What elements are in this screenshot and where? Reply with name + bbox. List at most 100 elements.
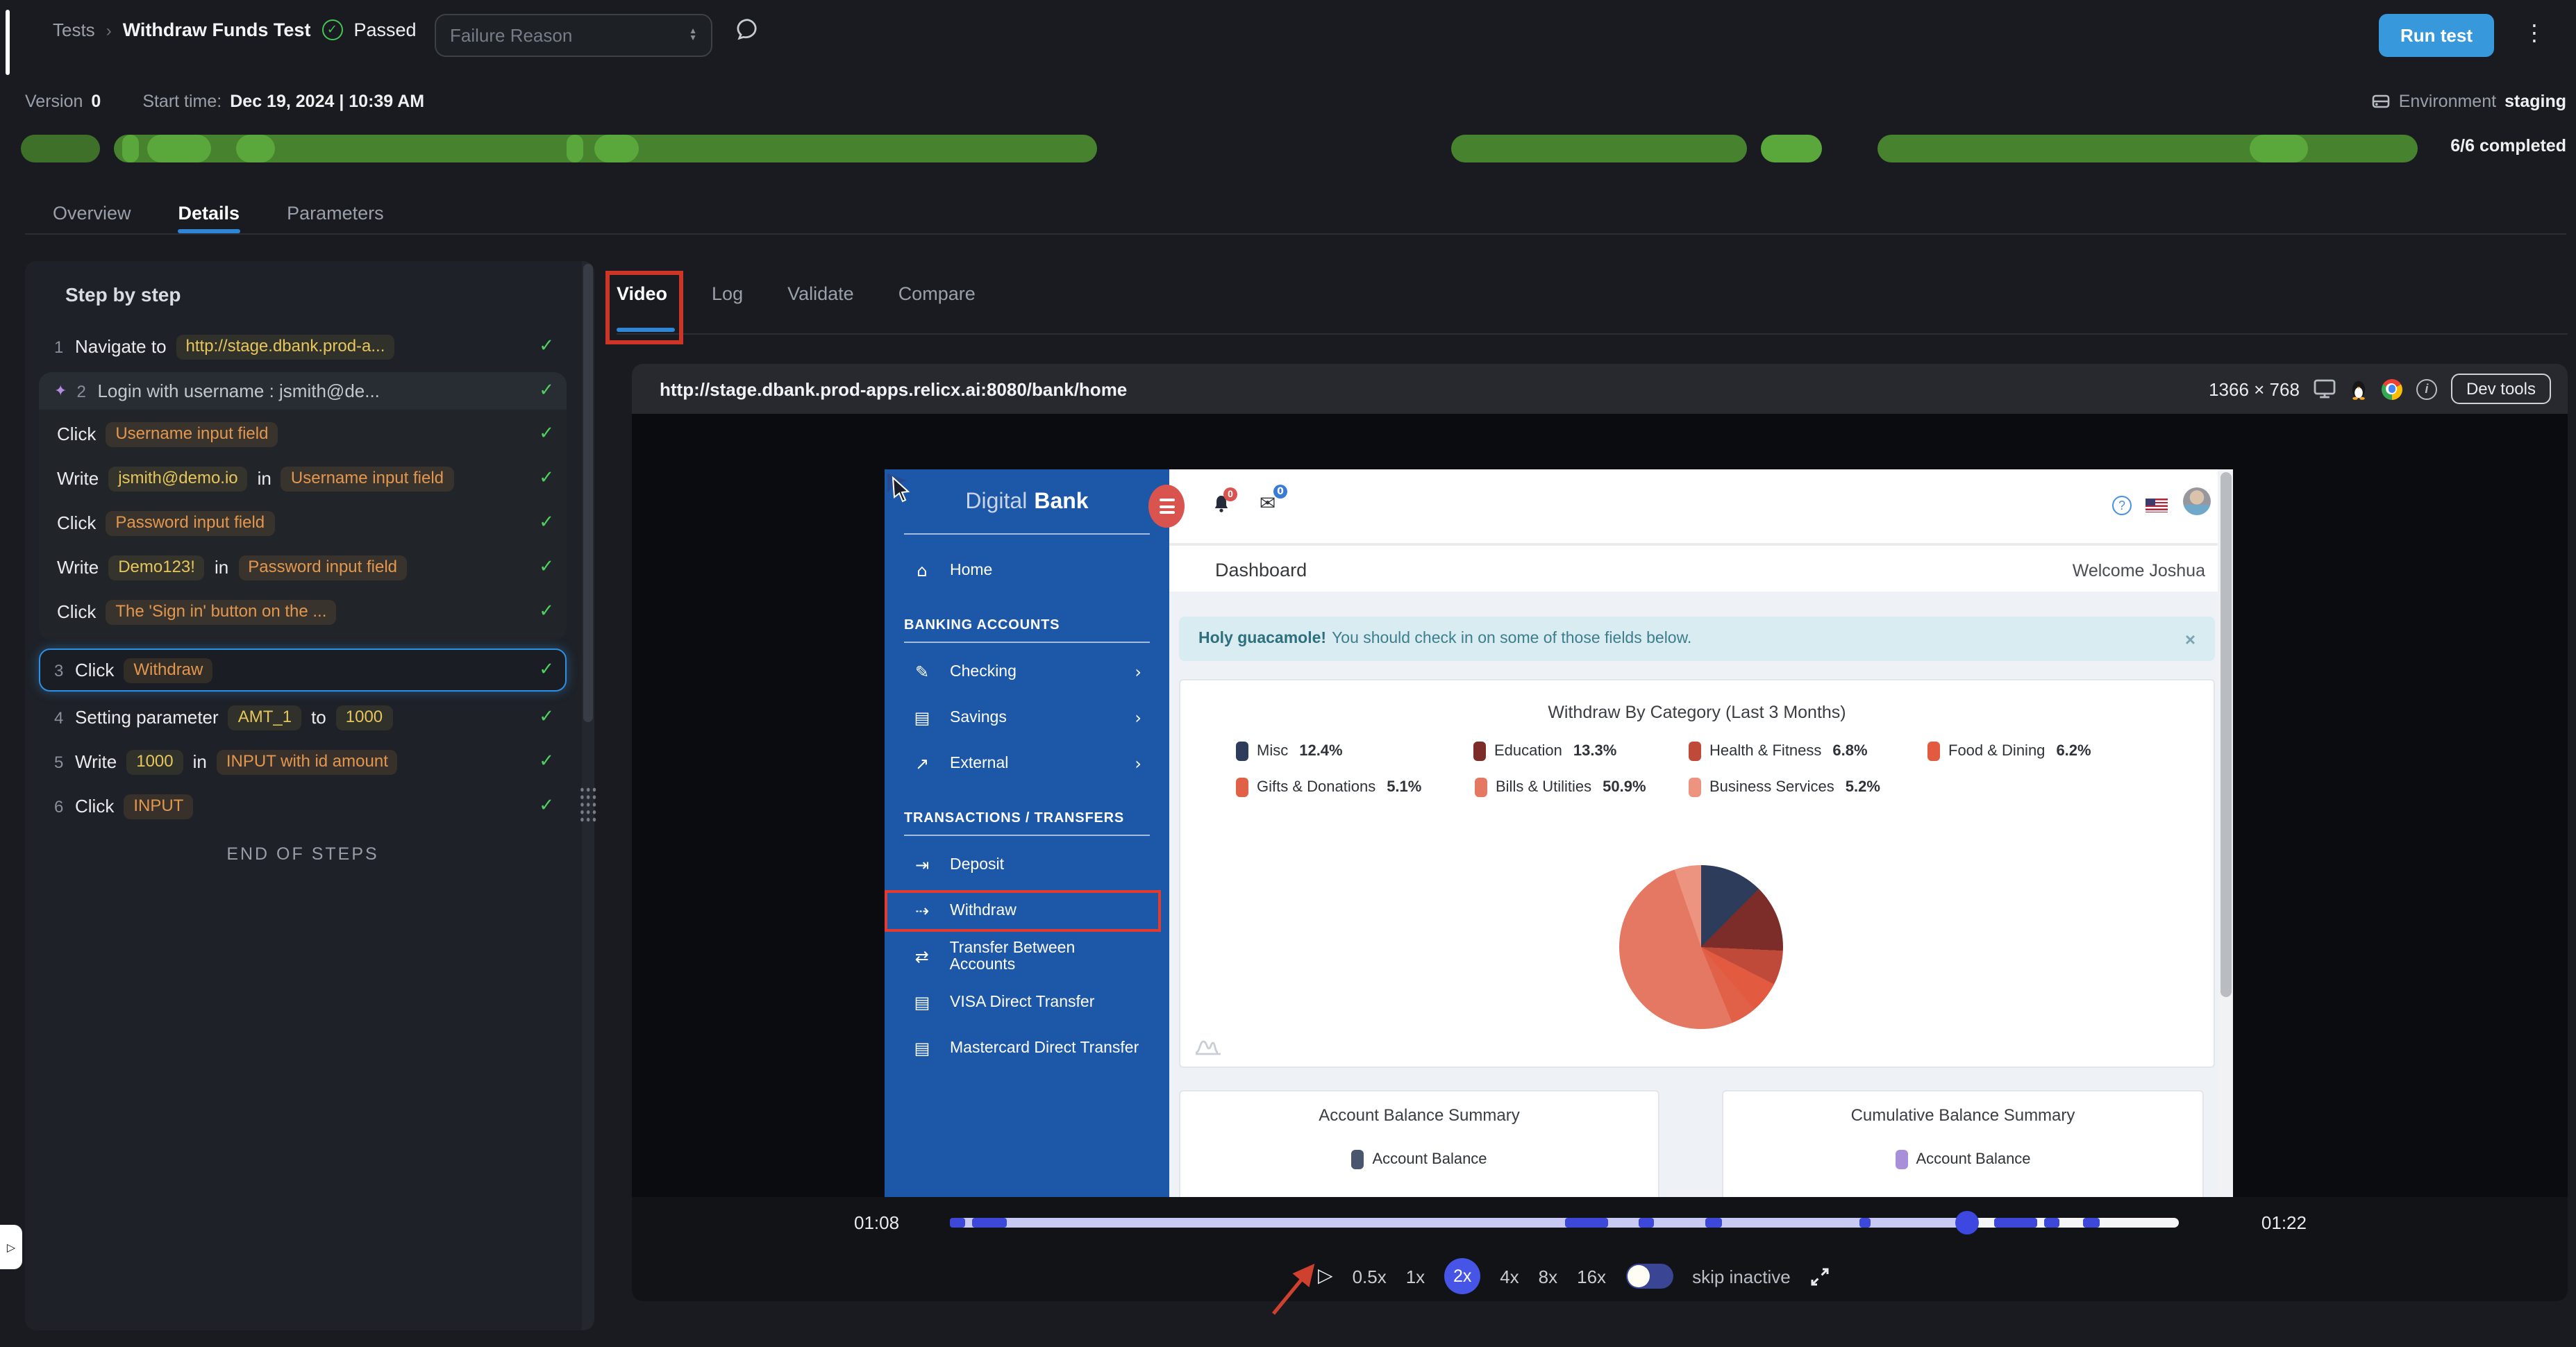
speed-option-2x[interactable]: 2x <box>1444 1258 1481 1294</box>
user-avatar[interactable] <box>2183 487 2211 515</box>
step-row[interactable]: 6 Click INPUT ✓ <box>39 787 567 825</box>
step-row[interactable]: Write jsmith@demo.io in Username input fiel… <box>39 460 567 497</box>
timeline-activity-segment <box>971 1218 1007 1228</box>
dev-tools-button[interactable]: Dev tools <box>2450 374 2551 404</box>
step-row[interactable]: Click Password input field ✓ <box>39 504 567 542</box>
sidebar-item-savings[interactable]: ▤ Savings › <box>885 697 1158 739</box>
sidebar-item-mastercard-direct-transfer[interactable]: ▤ Mastercard Direct Transfer <box>885 1028 1158 1069</box>
speed-option-1x[interactable]: 1x <box>1406 1266 1425 1287</box>
speed-option-4x[interactable]: 4x <box>1500 1266 1519 1287</box>
chevron-right-icon: › <box>1135 754 1141 773</box>
more-menu-icon[interactable]: ⋮ <box>2523 19 2545 47</box>
sidebar-item-external[interactable]: ↗ External › <box>885 743 1158 785</box>
step-row[interactable]: 4 Setting parameter AMT_1 to 1000 ✓ <box>39 698 567 736</box>
comment-icon[interactable] <box>736 18 760 44</box>
sidebar-item-label: Mastercard Direct Transfer <box>950 1040 1139 1057</box>
run-test-button[interactable]: Run test <box>2379 14 2494 57</box>
speed-option-0.5x[interactable]: 0.5x <box>1353 1266 1387 1287</box>
select-updown-icon: ▲ ▼ <box>689 27 697 42</box>
step-row[interactable]: 1 Navigate to http://stage.dbank.prod-a...… <box>39 328 567 365</box>
video-tabs-divider <box>617 333 2568 335</box>
tab-overview[interactable]: Overview <box>53 203 131 224</box>
withdraw-category-card: Withdraw By Category (Last 3 Months) Mis… <box>1179 679 2215 1068</box>
account-balance-card: Account Balance Summary Account Balance … <box>1179 1090 1659 1197</box>
tab-parameters[interactable]: Parameters <box>287 203 384 224</box>
bank-topbar <box>1169 469 2233 546</box>
step-row[interactable]: Click Username input field ✓ <box>39 415 567 453</box>
linux-os-icon <box>2352 380 2366 399</box>
version-value: 0 <box>91 92 101 111</box>
timeline-activity-segment <box>1564 1218 1609 1228</box>
pencil-icon: ✎ <box>914 662 930 682</box>
step-target-badge: Withdraw <box>124 658 213 683</box>
sidebar-item-withdraw[interactable]: ⇢ Withdraw <box>885 890 1161 932</box>
sidebar-item-transfer-between-accounts[interactable]: ⇄ Transfer Between Accounts <box>885 936 1158 978</box>
sidebar-item-home[interactable]: ⌂ Home <box>885 550 1158 592</box>
timeline-activity-segment <box>1859 1218 1871 1228</box>
language-flag-icon[interactable] <box>2146 499 2168 512</box>
sidebar-item-label: Savings <box>950 710 1007 726</box>
tab-validate[interactable]: Validate <box>787 283 854 304</box>
timeline-playhead[interactable] <box>1955 1211 1979 1235</box>
bell-icon[interactable]: 0 <box>1212 487 1237 518</box>
steps-list: 1 Navigate to http://stage.dbank.prod-a...… <box>39 328 567 864</box>
ai-sparkle-icon: ✦ <box>54 382 67 400</box>
tabs-divider <box>25 233 2566 235</box>
step-row[interactable]: 3 Click Withdraw ✓ <box>39 649 567 692</box>
help-icon[interactable]: ? <box>2112 496 2132 515</box>
sidebar-item-checking[interactable]: ✎ Checking › <box>885 651 1158 693</box>
step-row[interactable]: 5 Write 1000 in INPUT with id amount ✓ <box>39 743 567 780</box>
timeline-scrubber[interactable] <box>950 1211 2179 1235</box>
step-number: 3 <box>54 660 64 680</box>
step-action-text: Click <box>75 660 115 680</box>
panel-resize-handle[interactable] <box>579 786 597 823</box>
pie-chart-title: Withdraw By Category (Last 3 Months) <box>1548 703 1846 722</box>
step-check-icon: ✓ <box>539 601 554 622</box>
steps-panel-title: Step by step <box>65 283 181 306</box>
step-row[interactable]: Click The 'Sign in' button on the ... ✓ <box>39 593 567 630</box>
alert-close-icon[interactable]: × <box>2185 628 2196 649</box>
failure-reason-select[interactable]: Failure Reason ▲ ▼ <box>435 14 712 57</box>
bank-scrollbar[interactable] <box>2218 469 2233 1197</box>
legend-label: Health & Fitness <box>1709 743 1822 760</box>
step-by-step-panel: Step by step 1 Navigate to http://stage.db… <box>25 261 597 1330</box>
legend-swatch <box>1895 1150 1908 1169</box>
step-target-badge: Password input field <box>238 555 407 580</box>
sidebar-item-deposit[interactable]: ⇥ Deposit <box>885 844 1158 886</box>
passed-check-icon: ✓ <box>321 19 343 40</box>
speed-option-8x[interactable]: 8x <box>1539 1266 1557 1287</box>
play-button[interactable]: ▷ <box>1318 1265 1333 1287</box>
step-number: 5 <box>54 752 64 771</box>
info-icon[interactable]: i <box>2416 378 2437 399</box>
step-target-badge: http://stage.dbank.prod-a... <box>176 334 395 359</box>
version-label: Version <box>25 92 83 111</box>
alert-bold-text: Holy guacamole! <box>1198 630 1327 647</box>
step-action-text: Write <box>57 468 99 489</box>
fullscreen-icon[interactable] <box>1810 1266 1831 1287</box>
breadcrumb-tests-link[interactable]: Tests <box>53 19 95 40</box>
status-badge: Passed <box>353 19 417 40</box>
run-progress-bar[interactable] <box>21 135 2418 162</box>
left-edge-sliver <box>6 10 10 75</box>
legend-swatch <box>1351 1150 1364 1169</box>
sidebar-item-label: Checking <box>950 664 1017 680</box>
mail-icon[interactable]: ✉ 0 <box>1260 485 1287 515</box>
tab-log[interactable]: Log <box>712 283 743 304</box>
skip-inactive-toggle[interactable] <box>1625 1264 1673 1289</box>
step-row[interactable]: Write Demo123! in Password input field ✓ <box>39 549 567 586</box>
bank-page-title: Dashboard <box>1215 560 1307 580</box>
progress-segment <box>2250 135 2308 162</box>
side-tab-arrow-icon: ▷ <box>6 1241 16 1253</box>
side-panel-pull-tab[interactable]: ▷ <box>0 1225 22 1269</box>
legend-item: Gifts & Donations 5.1% <box>1236 778 1475 797</box>
step-group-header[interactable]: ✦ 2 Login with username : jsmith@de... ✓ <box>39 372 567 410</box>
bank-menu-toggle[interactable] <box>1148 485 1185 528</box>
card-icon: ▤ <box>914 1039 930 1058</box>
tab-details[interactable]: Details <box>178 203 240 224</box>
tab-compare[interactable]: Compare <box>898 283 976 304</box>
environment-label: Environment <box>2398 92 2497 111</box>
step-check-icon: ✓ <box>539 751 554 772</box>
bank-content: Holy guacamole! You should check in on s… <box>1169 592 2233 1197</box>
sidebar-item-visa-direct-transfer[interactable]: ▤ VISA Direct Transfer <box>885 982 1158 1023</box>
speed-option-16x[interactable]: 16x <box>1577 1266 1606 1287</box>
